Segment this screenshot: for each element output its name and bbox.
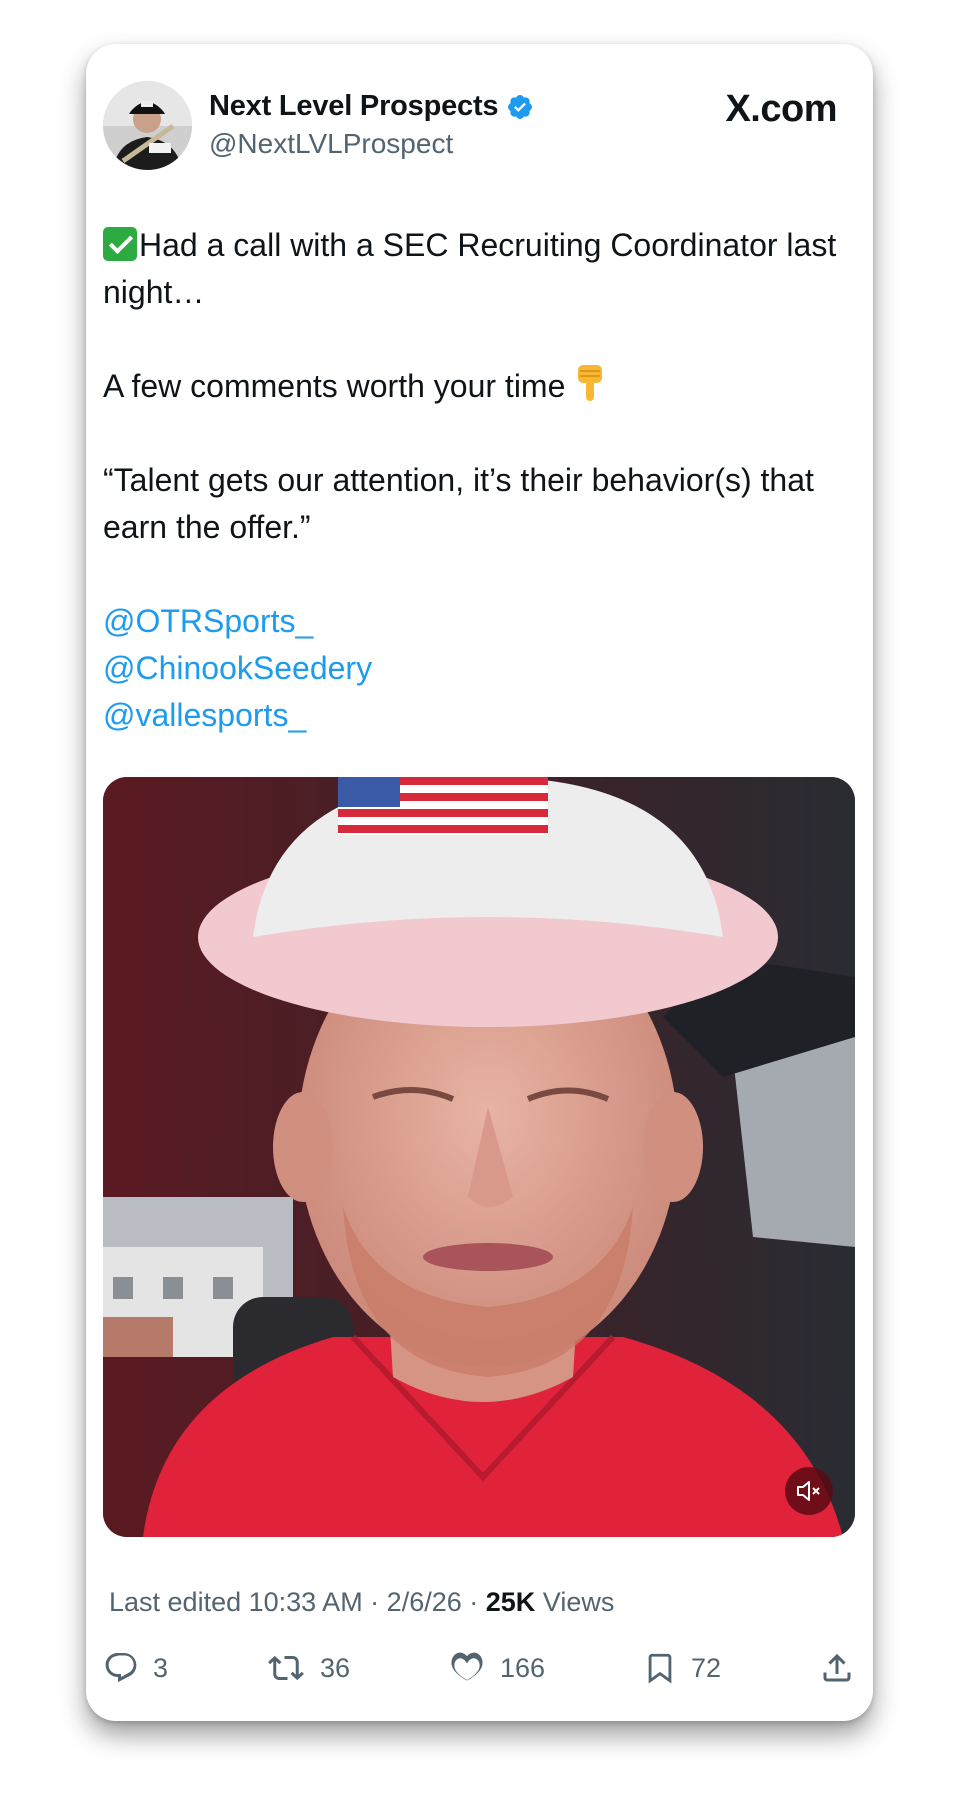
author-avatar[interactable] [103,81,192,170]
author-name-row[interactable]: Next Level Prospects [209,90,534,123]
tweet-meta: Last edited 10:33 AM · 2/6/26 · 25K View… [109,1587,614,1618]
bookmark-count: 72 [691,1652,722,1683]
check-mark-emoji [103,227,137,261]
pointing-down-emoji [578,365,603,401]
edited-timestamp[interactable]: Last edited 10:33 AM · 2/6/26 [109,1587,462,1617]
video-player[interactable] [103,777,855,1537]
mute-toggle-button[interactable] [785,1467,833,1515]
tweet-text: Had a call with a SEC Recruiting Coordin… [103,222,853,739]
tweet-mentions: @OTRSports_ @ChinookSeedery @vallesports… [103,598,853,739]
like-count: 166 [499,1652,546,1683]
reply-button[interactable]: 3 [103,1650,168,1686]
repost-count: 36 [319,1652,351,1683]
reply-count: 3 [153,1652,169,1683]
reply-bubble-icon [105,1653,137,1683]
meta-separator: · [461,1587,486,1617]
tweet-quote: “Talent gets our attention, it’s their b… [103,462,814,545]
mention-link[interactable]: @vallesports_ [103,692,853,739]
repost-icon [268,1655,304,1681]
bookmark-button[interactable]: 72 [643,1650,721,1686]
views-label: Views [542,1587,615,1617]
share-icon [823,1653,851,1682]
repost-button[interactable]: 36 [266,1650,350,1686]
mention-link[interactable]: @ChinookSeedery [103,645,853,692]
action-bar: 3 36 166 72 [103,1646,855,1690]
tweet-card: Next Level Prospects @NextLVLProspect X.… [86,44,873,1721]
author-name[interactable]: Next Level Prospects [209,90,499,123]
heart-icon [451,1652,483,1681]
mention-link[interactable]: @OTRSports_ [103,598,853,645]
video-frame [103,777,855,1537]
speaker-muted-icon [797,1481,820,1501]
verified-badge-icon [508,94,533,119]
share-button[interactable] [819,1650,855,1686]
like-button[interactable]: 166 [448,1650,545,1686]
views-count: 25K [485,1587,536,1617]
site-logo[interactable]: X.com [725,88,837,131]
bookmark-icon [648,1653,672,1684]
tweet-paragraph-1: Had a call with a SEC Recruiting Coordin… [103,227,837,310]
author-handle[interactable]: @NextLVLProspect [209,128,453,160]
tweet-paragraph-2: A few comments worth your time [103,363,853,410]
